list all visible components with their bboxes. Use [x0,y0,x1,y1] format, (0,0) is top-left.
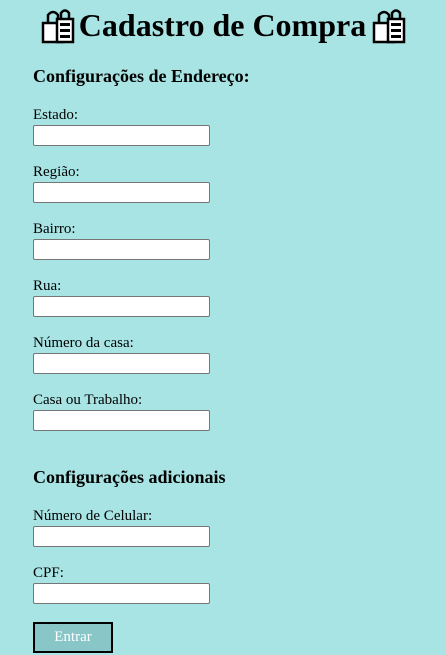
page-header: Cadastro de Compra [0,4,445,46]
regiao-label: Região: [33,164,80,180]
page-title: Cadastro de Compra [78,7,367,43]
rua-input[interactable] [33,296,210,317]
rua-label: Rua: [33,278,62,294]
numero-casa-input[interactable] [33,353,210,374]
casa-trabalho-label: Casa ou Trabalho: [33,392,143,408]
numero-casa-label: Número da casa: [33,335,134,351]
submit-button[interactable]: Entrar [33,622,113,653]
address-section-title: Configurações de Endereço: [33,66,250,86]
extra-section-title: Configurações adicionais [33,467,226,487]
casa-trabalho-input[interactable] [33,410,210,431]
bairro-label: Bairro: [33,221,76,237]
celular-label: Número de Celular: [33,508,153,524]
shopping-bags-icon [368,5,408,45]
cpf-label: CPF: [33,565,64,581]
cpf-input[interactable] [33,583,210,604]
celular-input[interactable] [33,526,210,547]
regiao-input[interactable] [33,182,210,203]
bairro-input[interactable] [33,239,210,260]
estado-label: Estado: [33,107,78,123]
shopping-bags-icon [37,5,77,45]
estado-input[interactable] [33,125,210,146]
